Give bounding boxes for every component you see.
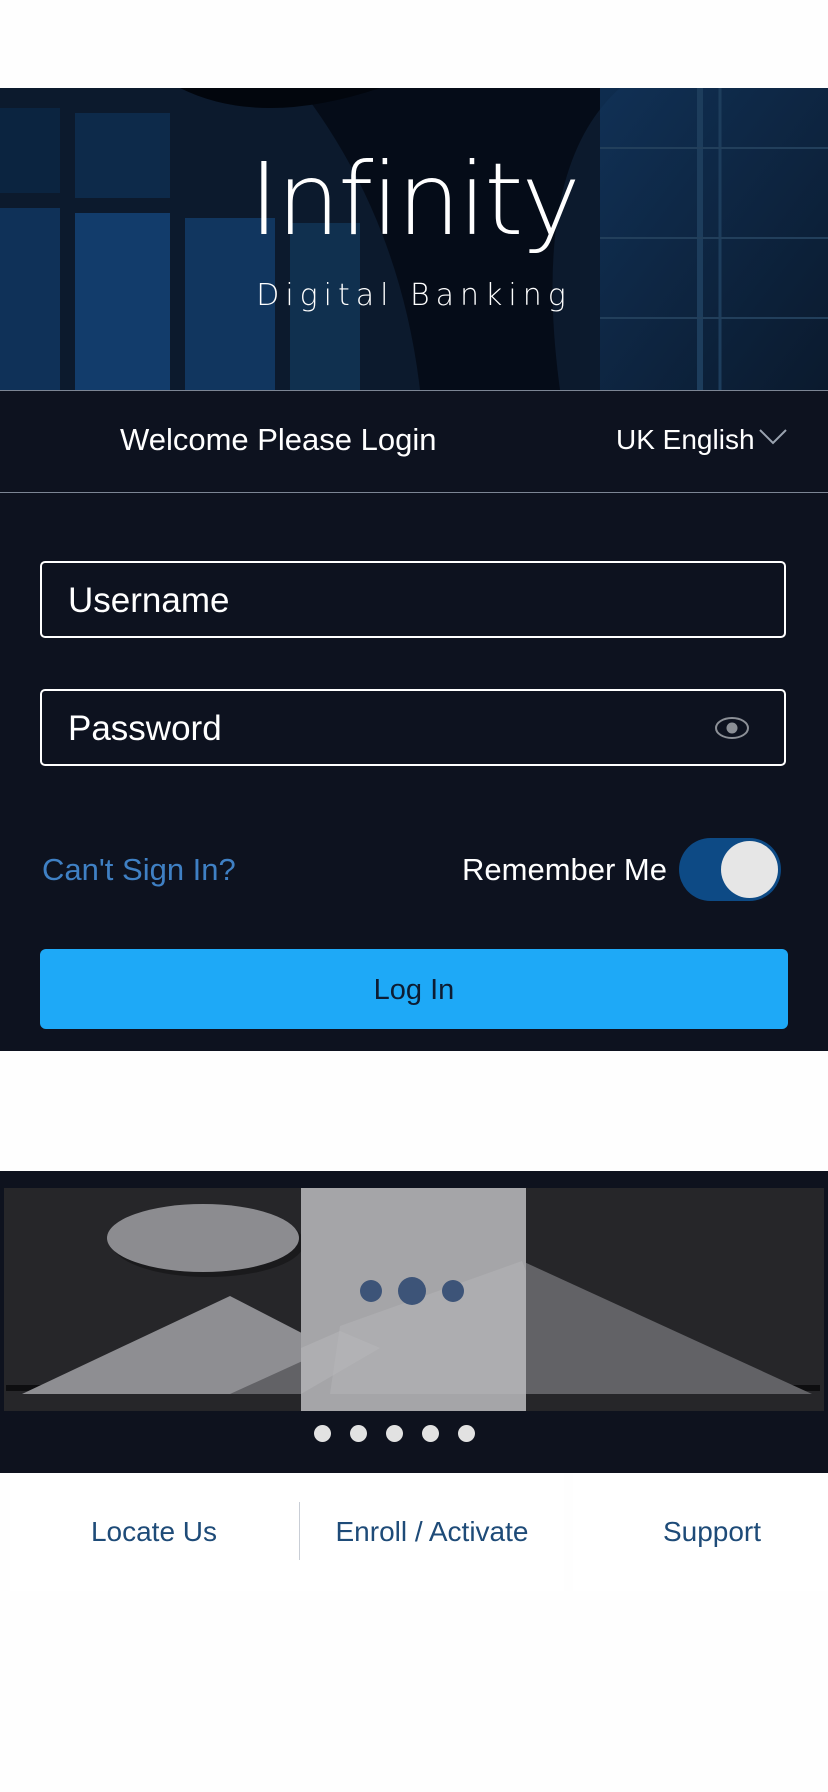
- enroll-activate-link[interactable]: Enroll / Activate: [300, 1473, 564, 1591]
- login-button[interactable]: Log In: [40, 949, 788, 1029]
- brand-logo: Infinity: [249, 141, 580, 258]
- support-link[interactable]: Support: [573, 1473, 828, 1591]
- footer-links-card: Locate Us Enroll / Activate: [10, 1473, 564, 1591]
- username-field[interactable]: [40, 561, 786, 638]
- password-input[interactable]: [66, 691, 720, 766]
- carousel-dot[interactable]: [458, 1425, 475, 1442]
- language-selector[interactable]: UK English: [616, 424, 755, 456]
- cant-sign-in-link[interactable]: Can't Sign In?: [42, 852, 236, 888]
- username-input[interactable]: [66, 563, 720, 638]
- carousel-dot[interactable]: [314, 1425, 331, 1442]
- toggle-knob: [721, 841, 778, 898]
- remember-me-toggle[interactable]: [679, 838, 781, 901]
- chevron-down-icon[interactable]: [758, 426, 788, 448]
- support-card: Support: [573, 1473, 828, 1591]
- footer-divider: [299, 1502, 300, 1560]
- brand-tagline: Digital Banking: [256, 278, 572, 313]
- password-field[interactable]: [40, 689, 786, 766]
- divider-bottom: [0, 492, 828, 493]
- carousel-dot[interactable]: [422, 1425, 439, 1442]
- carousel-indicators: [0, 1425, 828, 1445]
- hero-banner: Infinity Digital Banking: [0, 88, 828, 390]
- loading-dots-icon: [360, 1277, 464, 1305]
- locate-us-link[interactable]: Locate Us: [10, 1473, 298, 1591]
- carousel-dot[interactable]: [386, 1425, 403, 1442]
- carousel-dot[interactable]: [350, 1425, 367, 1442]
- remember-me-label: Remember Me: [462, 852, 667, 887]
- welcome-text: Welcome Please Login: [120, 422, 437, 457]
- divider-top: [0, 390, 828, 391]
- eye-icon[interactable]: [714, 716, 750, 740]
